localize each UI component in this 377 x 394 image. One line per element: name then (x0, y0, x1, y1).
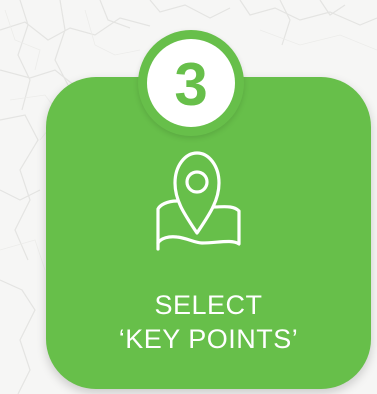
caption-line-2: ‘KEY POINTS’ (118, 324, 299, 354)
caption-line-1: SELECT (154, 290, 263, 320)
map-pin-icon (156, 151, 241, 251)
step-number: 3 (174, 51, 208, 118)
step-caption: SELECT ‘KEY POINTS’ (46, 288, 371, 356)
step-badge-circle: 3 (147, 39, 235, 127)
